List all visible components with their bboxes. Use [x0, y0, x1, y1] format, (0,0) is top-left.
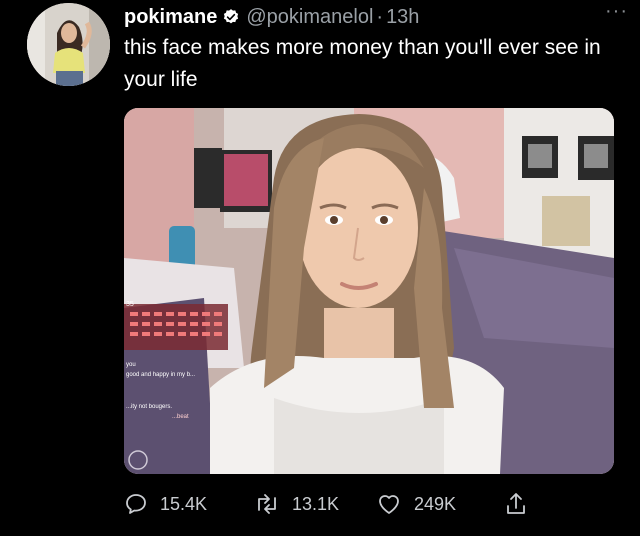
reply-count: 15.4K — [160, 493, 208, 514]
share-icon — [507, 493, 525, 514]
retweet-count: 13.1K — [292, 493, 340, 514]
avatar-photo — [27, 3, 110, 86]
overlay-line4: ...beat — [172, 414, 189, 420]
avatar[interactable] — [27, 3, 110, 86]
overlay-count: 35 — [126, 301, 134, 308]
tweet-header: pokimane @pokimanelol · 13h — [124, 2, 630, 32]
tweet-media[interactable]: 35 you good and happy in my b... ...ity … — [124, 108, 614, 474]
separator-dot: · — [376, 5, 384, 28]
handle[interactable]: @pokimanelol — [246, 6, 373, 29]
timestamp[interactable]: 13h — [386, 6, 419, 29]
tweet-text: this face makes more money than you'll e… — [124, 36, 601, 91]
display-name[interactable]: pokimane — [124, 6, 217, 29]
overlay-line2: good and happy in my b... — [126, 372, 195, 378]
reply-button[interactable]: 15.4K — [124, 486, 207, 522]
share-button[interactable] — [504, 486, 540, 522]
overlay-line3: ...ity not bougers. — [126, 404, 172, 410]
overlay-line1: you — [126, 362, 136, 368]
like-button[interactable]: 249K — [376, 486, 456, 522]
reply-icon — [126, 494, 146, 514]
retweet-icon — [258, 494, 276, 514]
tweet-actions: 15.4K 13.1K 249K — [124, 486, 614, 522]
like-count: 249K — [414, 493, 457, 514]
more-options-icon[interactable]: ··· — [605, 1, 628, 21]
verified-badge-icon — [224, 9, 239, 24]
media-photo: 35 you good and happy in my b... ...ity … — [124, 108, 614, 474]
retweet-button[interactable]: 13.1K — [254, 486, 339, 522]
heart-icon — [379, 495, 399, 514]
